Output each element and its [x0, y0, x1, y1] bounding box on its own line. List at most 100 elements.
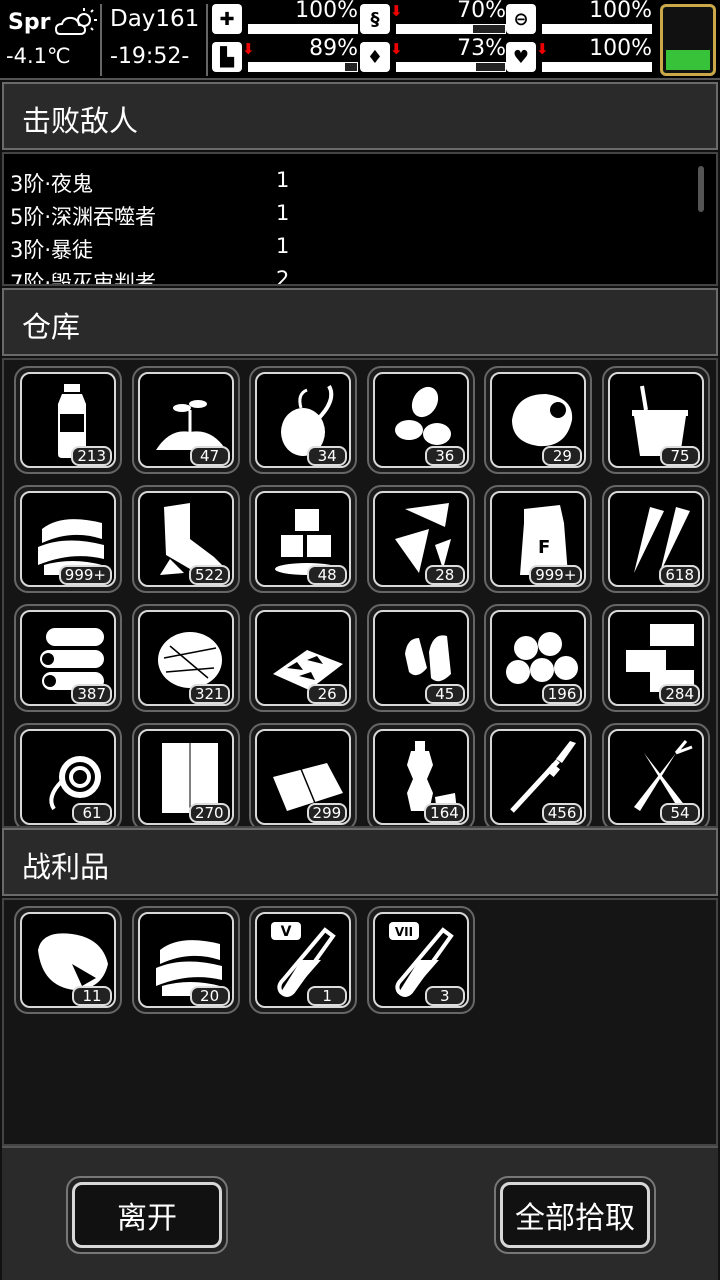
enemy-name: 7阶·毁灭审判者: [10, 271, 157, 286]
leave-button[interactable]: 离开: [66, 1176, 228, 1254]
partly-cloudy-icon: [54, 8, 97, 35]
defeated-list[interactable]: 3阶·夜鬼 1 5阶·深渊吞噬者 1 3阶·暴徒 1 7阶·毁灭审判者 2: [2, 152, 718, 286]
stat-water-drop: ♦ ⬇ 73%: [360, 36, 506, 74]
down-arrow-icon: ⬇: [390, 2, 403, 20]
enemy-count: 1: [276, 234, 290, 258]
defeated-title: 击败敌人: [22, 104, 139, 138]
item-quantity: 387: [71, 684, 112, 704]
item-quantity: 26: [307, 684, 348, 704]
item-slot[interactable]: 54: [602, 723, 710, 826]
item-slot[interactable]: 999+: [14, 485, 122, 593]
stat-value: 100%: [589, 0, 652, 23]
stat-bar: [542, 24, 652, 34]
clock-label: -19:52-: [110, 44, 190, 69]
medkit-icon: ✚: [212, 4, 242, 34]
foot-icon: ▙: [212, 42, 242, 72]
item-quantity: 284: [659, 684, 700, 704]
item-slot[interactable]: 61: [14, 723, 122, 826]
item-slot[interactable]: 20: [131, 906, 240, 1014]
stat-medkit: ✚ 100%: [212, 0, 358, 36]
loot-grid[interactable]: 11 20 V 1 VII 3: [2, 898, 718, 1146]
item-slot[interactable]: 522: [131, 485, 240, 593]
stat-pill: ⊖ 100%: [506, 0, 652, 36]
item-slot[interactable]: V1: [249, 906, 358, 1014]
battery-fill: [666, 50, 710, 70]
enemy-count: 1: [276, 168, 290, 192]
heart-icon: ♥: [506, 42, 536, 72]
item-quantity: 270: [188, 803, 230, 823]
defeated-header: 击败敌人: [2, 82, 718, 150]
stat-value: 100%: [295, 0, 358, 23]
enemy-row: 3阶·暴徒 1: [10, 234, 310, 267]
stat-bar: [396, 62, 506, 72]
divider: [100, 4, 102, 76]
item-slot[interactable]: 196: [484, 604, 593, 712]
stat-stomach: § ⬇ 70%: [360, 0, 506, 36]
item-quantity: 11: [72, 986, 112, 1006]
enemy-row: 5阶·深渊吞噬者 1: [10, 201, 310, 234]
item-slot[interactable]: 47: [131, 366, 240, 474]
item-quantity: 45: [424, 684, 465, 704]
temperature-label: -4.1℃: [6, 44, 71, 68]
item-quantity: 299: [306, 803, 348, 823]
storage-header: 仓库: [2, 288, 718, 356]
season-label: Spr: [8, 10, 51, 35]
item-slot[interactable]: 618: [602, 485, 710, 593]
item-slot[interactable]: 456: [484, 723, 593, 826]
enemy-row: 7阶·毁灭审判者 2: [10, 267, 310, 286]
scrollbar[interactable]: [698, 166, 704, 212]
item-slot[interactable]: 387: [14, 604, 122, 712]
down-arrow-icon: ⬇: [242, 40, 255, 58]
item-slot[interactable]: 45: [366, 604, 475, 712]
stat-value: 100%: [589, 36, 652, 61]
item-quantity: 20: [189, 986, 230, 1006]
item-quantity: 29: [542, 446, 583, 466]
stat-bar: [248, 24, 358, 34]
stomach-icon: §: [360, 4, 390, 34]
take-all-button-label: 全部拾取: [500, 1182, 650, 1248]
item-slot[interactable]: 34: [249, 366, 358, 474]
water-drop-icon: ♦: [360, 42, 390, 72]
item-slot[interactable]: 26: [249, 604, 358, 712]
enemy-name: 3阶·暴徒: [10, 238, 94, 262]
item-slot[interactable]: 299: [249, 723, 358, 826]
item-quantity: 618: [659, 565, 700, 585]
item-slot[interactable]: 11: [14, 906, 122, 1014]
status-bar: Spr -4.1℃ Day161 -19:52- ✚ 100% § ⬇ 70% ⊖ 100%…: [0, 0, 720, 80]
item-slot[interactable]: 75: [602, 366, 710, 474]
item-slot[interactable]: F 999+: [484, 485, 593, 593]
item-quantity: 999+: [58, 565, 112, 585]
loot-title: 战利品: [22, 850, 110, 884]
stat-value: 70%: [457, 0, 506, 23]
item-slot[interactable]: 29: [484, 366, 593, 474]
item-quantity: 1: [307, 986, 348, 1006]
enemy-row: 3阶·夜鬼 1: [10, 168, 310, 201]
item-slot[interactable]: 321: [131, 604, 240, 712]
enemy-name: 5阶·深渊吞噬者: [10, 205, 157, 229]
item-slot[interactable]: 28: [366, 485, 475, 593]
item-slot[interactable]: 36: [366, 366, 475, 474]
storage-grid[interactable]: 213 47 34 36 29 75 999+ 522 48 28 F 999+ 618 387 321 26…: [2, 358, 718, 828]
enemy-name: 3阶·夜鬼: [10, 172, 94, 196]
item-quantity: 164: [424, 803, 465, 823]
item-slot[interactable]: 213: [14, 366, 122, 474]
item-quantity: 61: [72, 803, 112, 823]
item-slot[interactable]: VII 3: [366, 906, 475, 1014]
item-slot[interactable]: 284: [602, 604, 710, 712]
item-quantity: 48: [307, 565, 348, 585]
stat-value: 73%: [457, 36, 506, 61]
leave-button-label: 离开: [72, 1182, 222, 1248]
down-arrow-icon: ⬇: [536, 40, 549, 58]
item-quantity: 213: [71, 446, 112, 466]
stat-foot: ▙ ⬇ 89%: [212, 36, 358, 74]
svg-text:V: V: [281, 924, 292, 940]
item-quantity: 36: [424, 446, 465, 466]
item-quantity: 28: [424, 565, 465, 585]
item-slot[interactable]: 48: [249, 485, 358, 593]
item-slot[interactable]: 164: [366, 723, 475, 826]
take-all-button[interactable]: 全部拾取: [494, 1176, 656, 1254]
item-slot[interactable]: 270: [131, 723, 240, 826]
loot-header: 战利品: [2, 828, 718, 896]
stat-bar: [396, 24, 506, 34]
stat-bar: [248, 62, 358, 72]
